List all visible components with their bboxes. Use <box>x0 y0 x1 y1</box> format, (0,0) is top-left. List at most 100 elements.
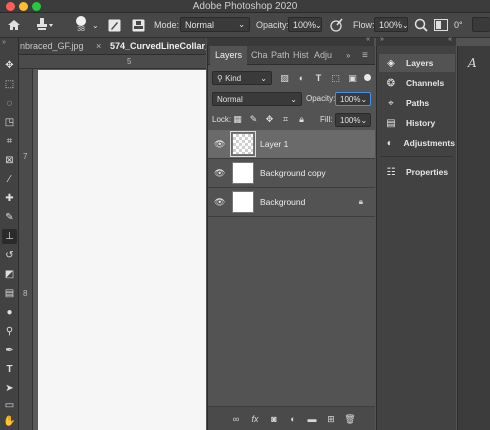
shape-filter-icon[interactable]: ⬚ <box>330 73 341 84</box>
layer-name[interactable]: Background copy <box>260 159 326 188</box>
double-chevron-icon: » <box>380 36 384 43</box>
layer-row[interactable]: 👁︎ Background copy <box>208 159 375 188</box>
panel-menu-icon[interactable]: ≡ <box>362 46 368 65</box>
home-icon[interactable] <box>7 17 21 33</box>
layer-lock-icon[interactable]: 🔒︎ <box>359 197 363 207</box>
document-canvas[interactable] <box>38 70 206 430</box>
link-icon[interactable]: ∞ <box>230 413 242 425</box>
dock-item-adjustments[interactable]: ◐ Adjustments <box>379 134 455 152</box>
doc-tab-1[interactable]: nbraced_GF.jpg <box>20 38 92 55</box>
layer-name[interactable]: Background <box>260 188 305 217</box>
lock-transparency-icon[interactable]: ▦ <box>232 114 243 125</box>
history-brush-tool-icon[interactable]: ↺ <box>2 248 17 263</box>
layer-filter-select[interactable]: ⚲ Kind ⌄ <box>212 71 272 85</box>
clone-stamp-tool-icon[interactable]: ⊥ <box>2 229 17 244</box>
visibility-eye-icon[interactable]: 👁︎ <box>214 197 225 207</box>
clone-stamp-tool-icon[interactable] <box>36 17 54 33</box>
chevron-down-icon: ⌄ <box>360 115 368 125</box>
double-chevron-icon[interactable]: » <box>2 39 6 46</box>
quick-selection-tool-icon[interactable]: ◳ <box>2 115 17 130</box>
dock-divider <box>381 156 453 157</box>
smart-object-filter-icon[interactable]: ▣ <box>347 73 358 84</box>
pixel-filter-icon[interactable]: ▨ <box>279 73 290 84</box>
layer-thumbnail <box>232 162 254 184</box>
lasso-tool-icon[interactable]: ◌ <box>2 96 17 111</box>
glyphs-panel-icon[interactable]: A <box>468 56 477 70</box>
new-layer-icon[interactable]: ⊞ <box>325 413 337 425</box>
airbrush-icon[interactable] <box>414 17 428 33</box>
doc-tab-label: 574_CurvedLineCollar_C <box>110 41 206 51</box>
lock-all-icon[interactable]: 🔒︎ <box>296 114 307 125</box>
dodge-tool-icon[interactable]: ⚲ <box>2 324 17 339</box>
tab-history[interactable]: Hist <box>293 46 309 65</box>
app-title: Adobe Photoshop 2020 <box>192 1 298 12</box>
rectangle-tool-icon[interactable]: ▭ <box>2 398 17 413</box>
dock-item-channels[interactable]: ❂ Channels <box>379 74 455 92</box>
dock-label: Channels <box>406 78 445 88</box>
panel-collapse-bar[interactable]: « <box>207 36 374 46</box>
layer-row[interactable]: 👁︎ Layer 1 <box>208 130 375 159</box>
frame-tool-icon[interactable]: ⊠ <box>2 153 17 168</box>
doc-tab-2[interactable]: 574_CurvedLineCollar_C <box>110 38 206 55</box>
paths-icon: ⌖ <box>388 97 394 109</box>
lock-artboard-icon[interactable]: ⌗ <box>280 114 291 125</box>
tab-channels[interactable]: Cha <box>251 46 268 65</box>
chevron-down-icon[interactable]: ⌄ <box>92 17 99 33</box>
toggle-brush-panel-button[interactable] <box>108 17 121 33</box>
doc-tab-label: nbraced_GF.jpg <box>20 41 84 51</box>
hand-tool-icon[interactable]: ✋ <box>2 414 17 429</box>
lock-pixels-icon[interactable]: ✎ <box>248 114 259 125</box>
layer-opacity-field[interactable]: 100% ⌄ <box>335 92 371 106</box>
gradient-tool-icon[interactable]: ▤ <box>2 286 17 301</box>
dock-item-history[interactable]: ▤ History <box>379 114 455 132</box>
angle-field[interactable] <box>472 17 490 32</box>
fill-field[interactable]: 100% ⌄ <box>335 113 371 127</box>
type-filter-icon[interactable]: T <box>313 73 324 84</box>
lock-position-icon[interactable]: ✥ <box>264 114 275 125</box>
blend-mode-select[interactable]: Normal ⌄ <box>212 92 302 106</box>
layer-row[interactable]: 👁︎ Background 🔒︎ <box>208 188 375 217</box>
dock-collapse-bar[interactable]: » « <box>376 36 456 46</box>
mode-select[interactable]: Normal ⌄ <box>180 17 250 32</box>
filter-toggle-button[interactable] <box>364 74 371 81</box>
visibility-eye-icon[interactable]: 👁︎ <box>214 168 225 178</box>
kind-filter-value: Kind <box>225 73 242 83</box>
move-tool-icon[interactable]: ✥ <box>2 58 17 73</box>
flow-value: 100% <box>379 19 403 30</box>
tab-adjustments[interactable]: Adju <box>314 46 332 65</box>
folder-icon[interactable]: ▬ <box>306 413 318 425</box>
pen-tool-icon[interactable]: ✒ <box>2 343 17 358</box>
blur-tool-icon[interactable]: ● <box>2 305 17 320</box>
type-tool-icon[interactable]: T <box>2 362 17 377</box>
path-selection-tool-icon[interactable]: ➤ <box>2 381 17 396</box>
trash-icon[interactable]: 🗑︎ <box>344 413 356 425</box>
marquee-tool-icon[interactable]: ⬚ <box>2 77 17 92</box>
adjustment-filter-icon[interactable]: ◐ <box>296 73 307 84</box>
layer-thumbnail <box>230 131 256 157</box>
dock-label: Adjustments <box>403 138 455 148</box>
visibility-eye-icon[interactable]: 👁︎ <box>214 139 225 149</box>
pressure-opacity-icon[interactable] <box>330 17 344 33</box>
adjustment-icon[interactable]: ◐ <box>287 413 299 425</box>
close-tab-icon[interactable]: × <box>96 38 101 55</box>
double-chevron-icon[interactable]: » <box>346 46 350 65</box>
healing-brush-tool-icon[interactable]: ✚ <box>2 191 17 206</box>
eraser-tool-icon[interactable]: ◩ <box>2 267 17 282</box>
brush-size-picker[interactable]: 38 <box>76 16 86 36</box>
toggle-clone-source-button[interactable] <box>132 17 145 33</box>
tab-layers[interactable]: Layers <box>210 46 248 65</box>
fx-icon[interactable]: fx <box>249 413 261 425</box>
chevron-down-icon[interactable]: ⌄ <box>315 17 322 33</box>
brush-tool-icon[interactable]: ✎ <box>2 210 17 225</box>
crop-tool-icon[interactable]: ⌗ <box>2 134 17 149</box>
tab-paths[interactable]: Path <box>271 46 290 65</box>
dock-item-layers[interactable]: ◈ Layers <box>379 54 455 72</box>
layer-name[interactable]: Layer 1 <box>260 130 288 159</box>
dock-item-paths[interactable]: ⌖ Paths <box>379 94 455 112</box>
aligned-sample-icon[interactable] <box>434 17 448 33</box>
chevron-down-icon[interactable]: ⌄ <box>402 17 409 33</box>
eyedropper-tool-icon[interactable]: ⁄ <box>2 172 17 187</box>
dock-item-properties[interactable]: ☷ Properties <box>379 163 455 181</box>
flow-label: Flow: <box>353 20 375 30</box>
mask-icon[interactable]: ◙ <box>268 413 280 425</box>
